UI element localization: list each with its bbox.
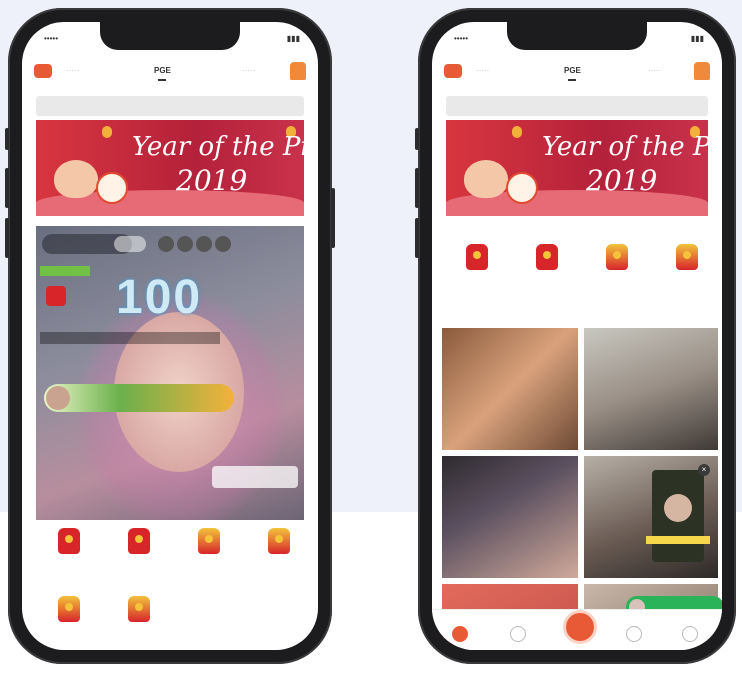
phone-screen: ••••• ▮▮▮ ····· PGE ····· Year of the Pi… (22, 22, 318, 650)
red-packet-item[interactable] (514, 244, 580, 270)
promo-banner[interactable]: Year of the Pig 2019 (36, 120, 304, 216)
banner-year: 2019 (176, 164, 248, 197)
phone-screen: ••••• ▮▮▮ ····· PGE ····· Year of the Pi… (432, 22, 722, 650)
explore-icon[interactable] (510, 626, 526, 642)
red-packet-icon (606, 244, 628, 270)
gift-combo-count: 100 (116, 271, 203, 324)
lantern-icon (512, 126, 522, 138)
message-icon[interactable] (444, 64, 462, 78)
live-tile[interactable] (442, 328, 578, 450)
tab-left[interactable]: ····· (66, 66, 79, 75)
side-button (5, 128, 9, 150)
side-button (415, 218, 419, 258)
side-button (5, 168, 9, 208)
phone-notch (507, 22, 647, 50)
banner-title: Year of the Pig (542, 132, 708, 162)
red-packet-item[interactable] (246, 528, 312, 554)
red-packet-item[interactable] (106, 528, 172, 554)
go-live-button[interactable] (563, 610, 597, 644)
red-packet-icon (536, 244, 558, 270)
gift-icon[interactable] (290, 62, 306, 80)
follow-button[interactable] (114, 236, 146, 252)
live-tile[interactable] (584, 328, 718, 450)
chat-bubble[interactable] (212, 466, 298, 488)
red-packet-icon (198, 528, 220, 554)
top-navigation: ····· PGE ····· (22, 52, 318, 92)
profile-highlight-bar (646, 536, 710, 544)
profile-icon[interactable] (682, 626, 698, 642)
level-bar (40, 266, 90, 276)
carrier-label: ••••• (454, 34, 469, 43)
tab-right[interactable]: ····· (242, 66, 255, 75)
viewer-avatars[interactable] (158, 236, 304, 252)
red-packet-item[interactable] (36, 596, 102, 622)
phone-notch (100, 22, 240, 50)
pig-icon (54, 160, 98, 198)
search-bar[interactable] (446, 96, 708, 116)
mascot-icon (506, 172, 538, 204)
home-icon[interactable] (452, 626, 468, 642)
red-packet-icon (676, 244, 698, 270)
side-button (331, 188, 335, 248)
red-packet-icon (58, 528, 80, 554)
tab-right[interactable]: ····· (648, 66, 661, 75)
tab-active[interactable]: PGE (154, 66, 171, 81)
gift-banner (44, 384, 234, 412)
gift-chip-icon[interactable] (46, 286, 66, 306)
red-packet-icon (128, 528, 150, 554)
mascot-icon (96, 172, 128, 204)
carrier-label: ••••• (44, 34, 59, 43)
top-navigation: ····· PGE ····· (432, 52, 722, 92)
side-button (415, 168, 419, 208)
red-packet-item[interactable] (36, 528, 102, 554)
red-packet-item[interactable] (584, 244, 650, 270)
lantern-icon (102, 126, 112, 138)
side-button (5, 218, 9, 258)
battery-icon: ▮▮▮ (286, 34, 300, 43)
search-bar[interactable] (36, 96, 304, 116)
phone-right: ••••• ▮▮▮ ····· PGE ····· Year of the Pi… (415, 8, 736, 664)
red-packet-icon (268, 528, 290, 554)
close-icon[interactable]: × (698, 464, 710, 476)
red-packet-icon (466, 244, 488, 270)
red-packet-item[interactable] (654, 244, 720, 270)
bottom-navigation (432, 609, 722, 650)
red-packet-icon (128, 596, 150, 622)
avatar (46, 386, 70, 410)
red-packet-icon (58, 596, 80, 622)
chat-icon[interactable] (626, 626, 642, 642)
tab-active[interactable]: PGE (564, 66, 581, 81)
banner-title: Year of the Pig (132, 132, 304, 162)
red-packet-item[interactable] (444, 244, 510, 270)
live-tile[interactable] (442, 456, 578, 578)
tab-left[interactable]: ····· (476, 66, 489, 75)
live-stream-view[interactable]: 100 (36, 226, 304, 520)
message-icon[interactable] (34, 64, 52, 78)
banner-year: 2019 (586, 164, 658, 197)
pig-icon (464, 160, 508, 198)
avatar (664, 494, 692, 522)
red-packet-item[interactable] (176, 528, 242, 554)
side-button (415, 128, 419, 150)
red-packet-item[interactable] (106, 596, 172, 622)
battery-icon: ▮▮▮ (690, 34, 704, 43)
promo-banner[interactable]: Year of the Pig 2019 (446, 120, 708, 216)
phone-left: ••••• ▮▮▮ ····· PGE ····· Year of the Pi… (5, 8, 335, 664)
user-message (40, 332, 220, 344)
gift-icon[interactable] (694, 62, 710, 80)
floating-profile-card[interactable]: × (646, 464, 710, 562)
